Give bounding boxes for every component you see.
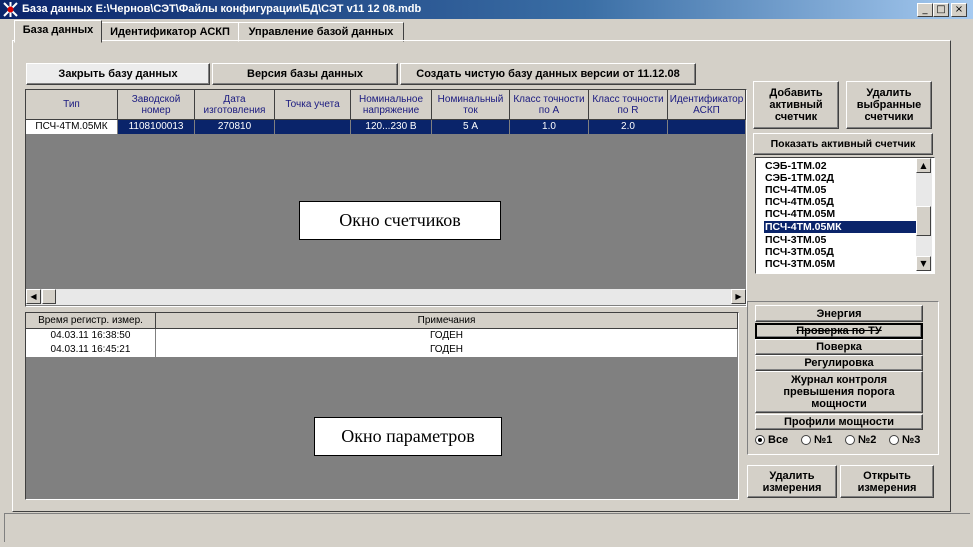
- verification-button[interactable]: Поверка: [755, 339, 923, 355]
- scroll-up-icon[interactable]: ▲: [916, 158, 931, 173]
- maximize-icon[interactable]: □: [933, 3, 949, 17]
- tab-panel: Закрыть базу данных Версия базы данных С…: [12, 40, 951, 512]
- adjustment-button[interactable]: Регулировка: [755, 355, 923, 371]
- scroll-down-icon[interactable]: ▼: [916, 256, 931, 271]
- col-header[interactable]: Тип: [26, 90, 118, 120]
- list-item[interactable]: ПСЧ-3ТМ.05М: [765, 258, 835, 270]
- scroll-right-icon[interactable]: ▶: [731, 289, 746, 304]
- col-header[interactable]: Номинальное напряжение: [351, 90, 432, 120]
- show-active-meter-button[interactable]: Показать активный счетчик: [753, 133, 933, 155]
- tab-db-management[interactable]: Управление базой данных: [238, 22, 404, 42]
- cell-voltage[interactable]: 120...230 В: [351, 120, 432, 134]
- cell-current[interactable]: 5 А: [432, 120, 510, 134]
- cell-time[interactable]: 04.03.11 16:38:50: [26, 329, 156, 343]
- cell-manufacture-date[interactable]: 270810: [195, 120, 275, 134]
- col-header[interactable]: Дата изготовления: [195, 90, 275, 120]
- cell-class-r[interactable]: 2.0: [589, 120, 668, 134]
- scroll-thumb[interactable]: [916, 206, 931, 236]
- radio-icon: [889, 435, 899, 445]
- cell-note[interactable]: ГОДЕН: [156, 329, 738, 343]
- power-profiles-button[interactable]: Профили мощности: [755, 414, 923, 430]
- db-version-button[interactable]: Версия базы данных: [212, 63, 398, 85]
- cell-class-a[interactable]: 1.0: [510, 120, 589, 134]
- col-header[interactable]: Точка учета: [275, 90, 351, 120]
- scroll-thumb[interactable]: [42, 289, 56, 304]
- list-item[interactable]: ПСЧ-4ТМ.05: [765, 184, 826, 196]
- power-threshold-log-button[interactable]: Журнал контроля превышения порога мощнос…: [755, 371, 923, 413]
- radio-icon: [845, 435, 855, 445]
- tab-askp-id[interactable]: Идентификатор АСКП: [101, 22, 239, 42]
- energy-button[interactable]: Энергия: [755, 305, 923, 322]
- list-item[interactable]: ПСЧ-3ТМ.05Д: [765, 246, 834, 258]
- vertical-scrollbar[interactable]: ▲ ▼: [916, 158, 932, 271]
- close-icon[interactable]: ×: [951, 3, 967, 17]
- open-measurements-button[interactable]: Открыть измерения: [840, 465, 934, 498]
- cell-note[interactable]: ГОДЕН: [156, 343, 738, 357]
- minimize-icon[interactable]: _: [917, 3, 933, 17]
- col-header[interactable]: Примечания: [156, 313, 738, 329]
- meters-grid[interactable]: Тип Заводской номер Дата изготовления То…: [25, 89, 747, 307]
- delete-measurements-button[interactable]: Удалить измерения: [747, 465, 837, 498]
- cell-type[interactable]: ПСЧ-4ТМ.05МК: [26, 120, 118, 134]
- col-header[interactable]: Время регистр. измер.: [26, 313, 156, 329]
- meter-type-list[interactable]: СЭБ-1ТМ.02 СЭБ-1ТМ.02Д ПСЧ-4ТМ.05 ПСЧ-4Т…: [755, 157, 935, 274]
- radio-selected-icon: [755, 435, 765, 445]
- radio-3[interactable]: №3: [889, 434, 920, 446]
- radio-all[interactable]: Все: [755, 434, 788, 446]
- tab-database[interactable]: База данных: [14, 20, 102, 43]
- profile-radio-group: Все №1 №2 №3: [755, 434, 935, 448]
- title-bar: База данных E:\Чернов\СЭТ\Файлы конфигур…: [0, 0, 973, 19]
- params-window-label: Окно параметров: [314, 417, 502, 456]
- list-item[interactable]: СЭБ-1ТМ.02: [765, 160, 827, 172]
- horizontal-scrollbar[interactable]: ◀ ▶: [26, 289, 746, 305]
- close-db-button[interactable]: Закрыть базу данных: [26, 63, 210, 85]
- add-active-meter-button[interactable]: Добавить активный счетчик: [753, 81, 839, 129]
- delete-selected-meters-button[interactable]: Удалить выбранные счетчики: [846, 81, 932, 129]
- list-item-selected[interactable]: ПСЧ-4ТМ.05МК: [764, 221, 917, 233]
- cell-time[interactable]: 04.03.11 16:45:21: [26, 343, 156, 357]
- col-header[interactable]: Заводской номер: [118, 90, 195, 120]
- create-clean-db-button[interactable]: Создать чистую базу данных версии от 11.…: [400, 63, 696, 85]
- col-header[interactable]: Идентификатор АСКП: [668, 90, 746, 120]
- meters-window-label: Окно счетчиков: [299, 201, 501, 240]
- radio-1[interactable]: №1: [801, 434, 832, 446]
- col-header[interactable]: Номинальный ток: [432, 90, 510, 120]
- cell-metering-point[interactable]: [275, 120, 351, 134]
- radio-2[interactable]: №2: [845, 434, 876, 446]
- window-title: База данных E:\Чернов\СЭТ\Файлы конфигур…: [22, 3, 422, 15]
- col-header[interactable]: Класс точности по R: [589, 90, 668, 120]
- list-item[interactable]: ПСЧ-4ТМ.05М: [765, 208, 835, 220]
- col-header[interactable]: Класс точности по A: [510, 90, 589, 120]
- tu-check-button[interactable]: Проверка по ТУ: [755, 323, 923, 339]
- window-bottom-frame: [4, 513, 970, 542]
- cell-serial[interactable]: 1108100013: [118, 120, 195, 134]
- scroll-left-icon[interactable]: ◀: [26, 289, 41, 304]
- list-item[interactable]: ПСЧ-3ТМ.05: [765, 234, 826, 246]
- radio-icon: [801, 435, 811, 445]
- list-item[interactable]: СЭБ-1ТМ.02Д: [765, 172, 834, 184]
- app-logo-icon: [3, 2, 18, 17]
- measurements-grid[interactable]: Время регистр. измер. Примечания 04.03.1…: [25, 312, 739, 500]
- list-item[interactable]: ПСЧ-4ТМ.05Д: [765, 196, 834, 208]
- cell-askp-id[interactable]: [668, 120, 746, 134]
